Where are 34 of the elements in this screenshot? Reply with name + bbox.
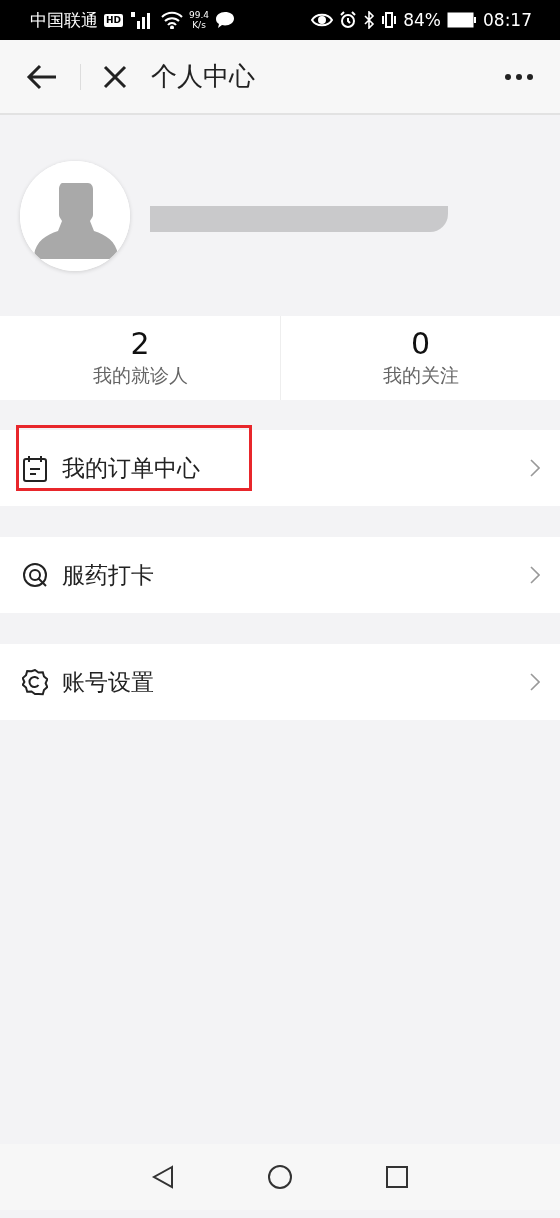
hd-badge: HD — [104, 13, 123, 27]
stat-label: 我的就诊人 — [92, 363, 188, 388]
chat-bubble-icon — [215, 11, 236, 29]
vibrate-icon — [381, 11, 398, 29]
battery-icon — [447, 12, 477, 28]
menu-label: 我的订单中心 — [62, 453, 201, 483]
carrier-name: 中国联通 — [30, 8, 98, 32]
back-arrow-icon — [26, 63, 58, 90]
stat-value: 2 — [130, 327, 150, 361]
stat-label: 我的关注 — [382, 363, 459, 388]
chevron-right-icon — [530, 673, 540, 691]
menu-label: 账号设置 — [62, 667, 155, 697]
close-icon — [103, 64, 127, 89]
speed-unit: K/s — [192, 20, 206, 30]
stat-value: 0 — [410, 327, 431, 361]
menu-item[interactable]: 账号设置 — [0, 644, 560, 720]
settings-icon — [22, 668, 48, 696]
alarm-icon — [339, 11, 358, 29]
page-title: 个人中心 — [151, 60, 256, 93]
more-icon — [504, 72, 534, 81]
menu-item[interactable]: 服药打卡 — [0, 537, 560, 613]
stat-item[interactable]: 0 我的关注 — [280, 316, 560, 400]
speed-value: 99.4 — [189, 10, 210, 20]
eye-icon — [311, 12, 334, 28]
clock-time: 08:17 — [483, 10, 532, 30]
stat-item[interactable]: 2 我的就诊人 — [0, 316, 280, 400]
chevron-right-icon — [530, 566, 540, 584]
menu-label: 服药打卡 — [62, 560, 155, 590]
check-in-icon — [22, 561, 48, 589]
battery-percent: 84% — [403, 10, 441, 30]
wifi-icon — [161, 11, 183, 29]
chevron-right-icon — [530, 459, 540, 477]
bluetooth-icon — [363, 11, 376, 29]
calendar-icon — [22, 454, 48, 482]
